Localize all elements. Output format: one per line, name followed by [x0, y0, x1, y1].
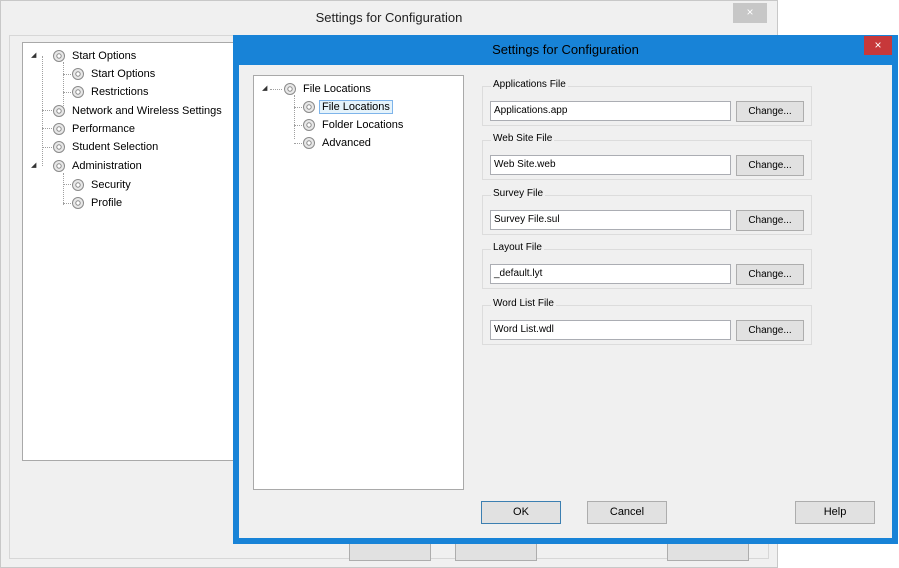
- web-site-file-input[interactable]: Web Site.web: [490, 155, 731, 175]
- change-survey-button[interactable]: Change...: [736, 210, 804, 231]
- gear-icon: [51, 104, 66, 119]
- gear-icon: [51, 140, 66, 155]
- group-label: Word List File: [491, 298, 556, 309]
- tree-label: Student Selection: [72, 141, 159, 153]
- gear-icon: [301, 100, 316, 115]
- tree-item-restrictions[interactable]: Restrictions: [70, 83, 151, 101]
- tree-label: Advanced: [322, 137, 371, 149]
- back-close-button[interactable]: ×: [733, 3, 767, 23]
- gear-icon: [70, 178, 85, 193]
- tree-item-start-options[interactable]: Start Options: [51, 47, 139, 65]
- tree-item-start-options-sub[interactable]: Start Options: [70, 65, 158, 83]
- tree-label: File Locations: [303, 83, 371, 95]
- gear-icon: [301, 118, 316, 133]
- tree-label: Start Options: [72, 50, 137, 62]
- tree-label: Restrictions: [91, 86, 149, 98]
- tree-label-selected: File Locations: [319, 100, 393, 114]
- word-list-file-group: Word List File Word List.wdl Change...: [482, 298, 812, 345]
- tree-label: Profile: [91, 197, 123, 209]
- group-label: Applications File: [491, 79, 568, 90]
- tree-item-administration[interactable]: Administration: [51, 157, 145, 175]
- web-site-file-group: Web Site File Web Site.web Change...: [482, 133, 812, 180]
- tree-item-folder-locations[interactable]: Folder Locations: [301, 116, 406, 134]
- gear-icon: [70, 85, 85, 100]
- group-label: Web Site File: [491, 133, 555, 144]
- back-ok-button[interactable]: [349, 541, 431, 561]
- dialog-title: Settings for Configuration: [492, 42, 639, 57]
- dialog-title-bar[interactable]: Settings for Configuration ×: [233, 35, 898, 64]
- gear-icon: [51, 49, 66, 64]
- expand-triangle-icon[interactable]: ◢: [31, 51, 36, 59]
- applications-file-input[interactable]: Applications.app: [490, 101, 731, 121]
- group-label: Survey File: [491, 188, 546, 199]
- survey-file-group: Survey File Survey File.sul Change...: [482, 188, 812, 235]
- expand-triangle-icon[interactable]: ◢: [262, 84, 267, 92]
- change-layout-button[interactable]: Change...: [736, 264, 804, 285]
- gear-icon: [70, 67, 85, 82]
- ok-button[interactable]: OK: [481, 501, 561, 524]
- tree-item-security[interactable]: Security: [70, 176, 134, 194]
- back-cancel-button[interactable]: [455, 541, 537, 561]
- tree-item-profile[interactable]: Profile: [70, 194, 125, 212]
- tree-label: Network and Wireless Settings: [72, 105, 222, 117]
- change-web-site-button[interactable]: Change...: [736, 155, 804, 176]
- change-word-list-button[interactable]: Change...: [736, 320, 804, 341]
- gear-icon: [301, 136, 316, 151]
- tree-item-file-locations[interactable]: File Locations: [301, 98, 393, 116]
- layout-file-input[interactable]: _default.lyt: [490, 264, 731, 284]
- tree-label: Performance: [72, 123, 135, 135]
- tree-label: Administration: [72, 160, 142, 172]
- change-applications-button[interactable]: Change...: [736, 101, 804, 122]
- file-locations-tree[interactable]: ◢ File Locations File Locations Folder L…: [253, 75, 464, 490]
- survey-file-input[interactable]: Survey File.sul: [490, 210, 731, 230]
- back-help-button[interactable]: [667, 541, 749, 561]
- back-settings-tree[interactable]: ◢ Start Options Start Options Restrictio…: [22, 42, 236, 461]
- tree-item-advanced[interactable]: Advanced: [301, 134, 374, 152]
- applications-file-group: Applications File Applications.app Chang…: [482, 79, 812, 126]
- tree-label: Folder Locations: [322, 119, 404, 131]
- tree-label: Start Options: [91, 68, 156, 80]
- gear-icon: [282, 82, 297, 97]
- help-button[interactable]: Help: [795, 501, 875, 524]
- tree-item-network[interactable]: Network and Wireless Settings: [51, 102, 225, 120]
- tree-item-student-selection[interactable]: Student Selection: [51, 138, 161, 156]
- back-title-bar[interactable]: Settings for Configuration ×: [1, 1, 777, 35]
- back-window-title: Settings for Configuration: [315, 10, 463, 25]
- dialog-client-area: ◢ File Locations File Locations Folder L…: [239, 65, 892, 538]
- tree-item-file-locations-root[interactable]: File Locations: [282, 80, 374, 98]
- group-label: Layout File: [491, 242, 544, 253]
- layout-file-group: Layout File _default.lyt Change...: [482, 242, 812, 289]
- tree-item-performance[interactable]: Performance: [51, 120, 138, 138]
- settings-dialog: Settings for Configuration × ◢ File Loca…: [233, 35, 898, 544]
- gear-icon: [51, 159, 66, 174]
- gear-icon: [51, 122, 66, 137]
- tree-label: Security: [91, 179, 131, 191]
- gear-icon: [70, 196, 85, 211]
- cancel-button[interactable]: Cancel: [587, 501, 667, 524]
- word-list-file-input[interactable]: Word List.wdl: [490, 320, 731, 340]
- dialog-close-button[interactable]: ×: [864, 36, 892, 55]
- expand-triangle-icon[interactable]: ◢: [31, 161, 36, 169]
